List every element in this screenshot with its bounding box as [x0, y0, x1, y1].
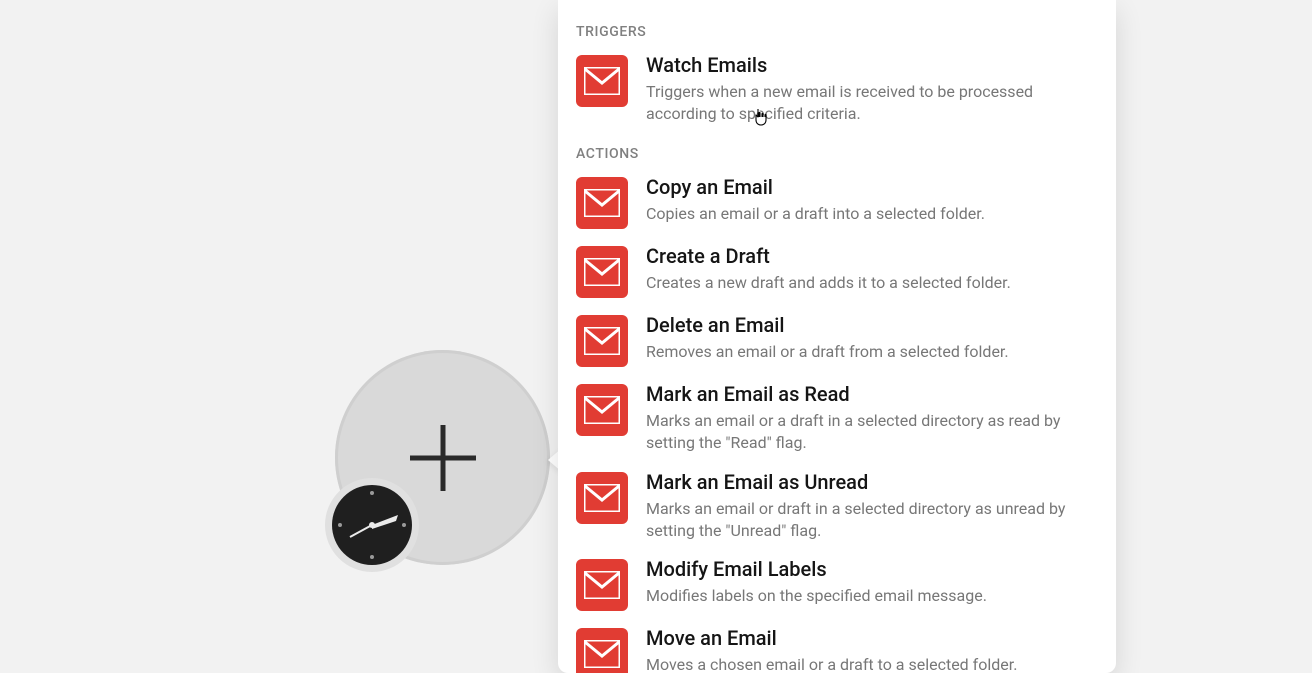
module-item-desc: Marks an email or draft in a selected di… [646, 498, 1098, 543]
module-item-copy-email[interactable]: Copy an Email Copies an email or a draft… [576, 170, 1098, 239]
gmail-icon [576, 628, 628, 673]
module-item-mark-unread[interactable]: Mark an Email as Unread Marks an email o… [576, 465, 1098, 553]
gmail-icon [576, 559, 628, 611]
module-item-title: Mark an Email as Read [646, 382, 1098, 407]
plus-icon [406, 421, 480, 495]
module-item-desc: Triggers when a new email is received to… [646, 81, 1098, 126]
module-item-title: Delete an Email [646, 313, 1098, 338]
gmail-icon [576, 177, 628, 229]
module-item-title: Modify Email Labels [646, 557, 1098, 582]
module-item-create-draft[interactable]: Create a Draft Creates a new draft and a… [576, 239, 1098, 308]
module-item-mark-read[interactable]: Mark an Email as Read Marks an email or … [576, 377, 1098, 465]
gmail-icon [576, 315, 628, 367]
module-item-desc: Creates a new draft and adds it to a sel… [646, 272, 1098, 294]
schedule-badge[interactable] [325, 478, 419, 572]
gmail-icon [576, 246, 628, 298]
module-item-title: Copy an Email [646, 175, 1098, 200]
module-item-desc: Marks an email or a draft in a selected … [646, 410, 1098, 455]
module-item-title: Watch Emails [646, 53, 1098, 78]
module-item-watch-emails[interactable]: Watch Emails Triggers when a new email i… [576, 48, 1098, 136]
section-header-actions: ACTIONS [576, 146, 1098, 162]
module-item-delete-email[interactable]: Delete an Email Removes an email or a dr… [576, 308, 1098, 377]
module-item-desc: Moves a chosen email or a draft to a sel… [646, 654, 1098, 673]
module-item-desc: Copies an email or a draft into a select… [646, 203, 1098, 225]
module-item-title: Mark an Email as Unread [646, 470, 1098, 495]
gmail-icon [576, 384, 628, 436]
module-item-desc: Removes an email or a draft from a selec… [646, 341, 1098, 363]
module-item-title: Create a Draft [646, 244, 1098, 269]
gmail-icon [576, 55, 628, 107]
module-item-move-email[interactable]: Move an Email Moves a chosen email or a … [576, 621, 1098, 673]
clock-icon [332, 485, 412, 565]
module-picker-scroll[interactable]: TRIGGERS Watch Emails Triggers when a ne… [558, 0, 1116, 673]
module-item-modify-labels[interactable]: Modify Email Labels Modifies labels on t… [576, 552, 1098, 621]
scenario-canvas[interactable]: TRIGGERS Watch Emails Triggers when a ne… [0, 0, 1312, 673]
module-item-title: Move an Email [646, 626, 1098, 651]
module-item-desc: Modifies labels on the specified email m… [646, 585, 1098, 607]
gmail-icon [576, 472, 628, 524]
module-picker-panel: TRIGGERS Watch Emails Triggers when a ne… [558, 0, 1116, 673]
section-header-triggers: TRIGGERS [576, 24, 1098, 40]
